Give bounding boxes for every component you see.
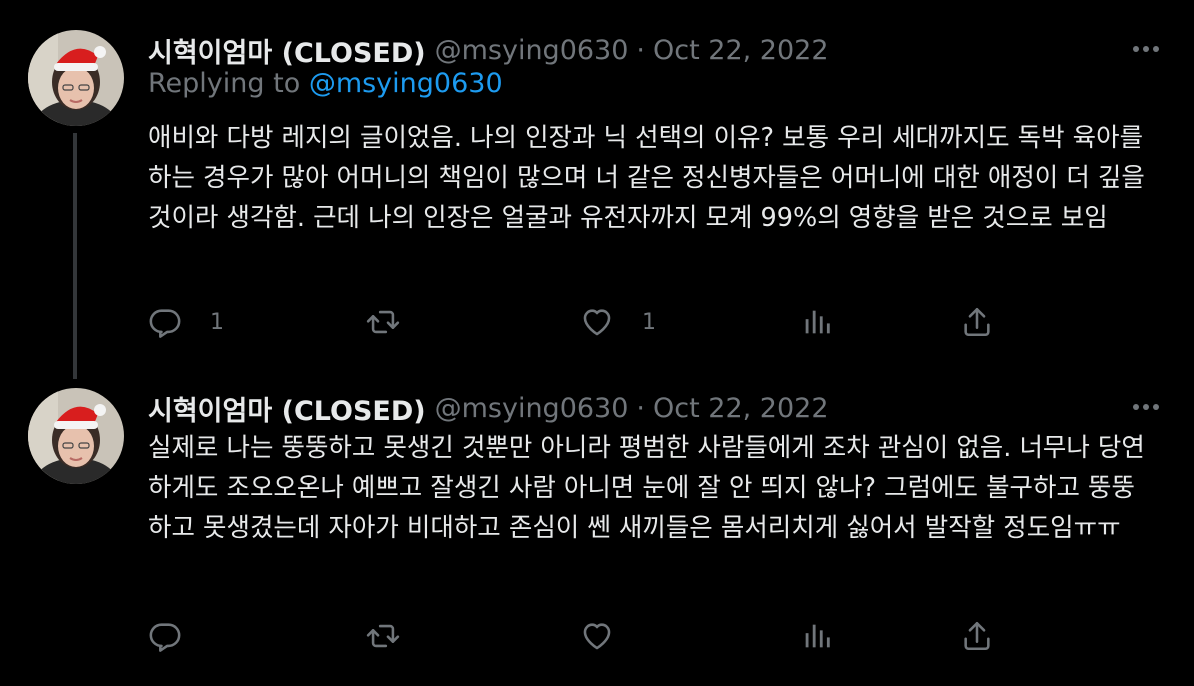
tweet[interactable]: 시혁이엄마 (CLOSED) @msying0630 · Oct 22, 202… bbox=[0, 388, 1194, 678]
tweet-date[interactable]: Oct 22, 2022 bbox=[653, 35, 829, 66]
reply-count: 1 bbox=[210, 309, 224, 335]
tweet-actions: 1 1 bbox=[148, 302, 1008, 342]
retweet-button[interactable] bbox=[366, 616, 428, 656]
tweet-header: 시혁이엄마 (CLOSED) @msying0630 · Oct 22, 202… bbox=[148, 388, 829, 428]
more-horizontal-icon bbox=[1133, 46, 1159, 52]
separator-dot: · bbox=[636, 392, 645, 424]
reply-button[interactable]: 1 bbox=[148, 302, 224, 342]
replying-to-handle-link[interactable]: @msying0630 bbox=[309, 68, 503, 99]
thread-view: 시혁이엄마 (CLOSED) @msying0630 · Oct 22, 202… bbox=[0, 0, 1194, 686]
views-icon bbox=[805, 624, 830, 648]
avatar[interactable] bbox=[28, 30, 124, 126]
avatar[interactable] bbox=[28, 388, 124, 484]
tweet-actions bbox=[148, 616, 1008, 656]
share-icon bbox=[964, 307, 990, 337]
retweet-button[interactable] bbox=[366, 302, 428, 342]
share-icon bbox=[964, 621, 990, 651]
reply-icon bbox=[149, 623, 181, 652]
retweet-icon bbox=[366, 624, 400, 648]
author-handle[interactable]: @msying0630 bbox=[435, 35, 629, 66]
more-button[interactable] bbox=[1128, 34, 1164, 64]
like-count: 1 bbox=[642, 309, 656, 335]
views-button[interactable] bbox=[800, 302, 834, 342]
share-button[interactable] bbox=[960, 616, 994, 656]
tweet[interactable]: 시혁이엄마 (CLOSED) @msying0630 · Oct 22, 202… bbox=[0, 30, 1194, 360]
views-button[interactable] bbox=[800, 616, 834, 656]
retweet-icon bbox=[366, 310, 400, 334]
author-name[interactable]: 시혁이엄마 (CLOSED) bbox=[148, 389, 426, 428]
like-button[interactable] bbox=[580, 616, 642, 656]
heart-icon bbox=[583, 623, 611, 650]
tweet-text: 실제로 나는 뚱뚱하고 못생긴 것뿐만 아니라 평범한 사람들에게 조차 관심이… bbox=[148, 433, 1145, 543]
more-horizontal-icon bbox=[1133, 404, 1159, 410]
tweet-date[interactable]: Oct 22, 2022 bbox=[653, 393, 829, 424]
views-icon bbox=[805, 310, 830, 334]
tweet-header: 시혁이엄마 (CLOSED) @msying0630 · Oct 22, 202… bbox=[148, 30, 829, 70]
reply-button[interactable] bbox=[148, 616, 210, 656]
reply-icon bbox=[149, 309, 181, 338]
separator-dot: · bbox=[636, 34, 645, 66]
like-button[interactable]: 1 bbox=[580, 302, 656, 342]
share-button[interactable] bbox=[960, 302, 994, 342]
replying-to: Replying to @msying0630 bbox=[148, 68, 503, 99]
tweet-text: 애비와 다방 레지의 글이었음. 나의 인장과 닉 선택의 이유? 보통 우리 … bbox=[148, 123, 1145, 233]
author-handle[interactable]: @msying0630 bbox=[435, 393, 629, 424]
more-button[interactable] bbox=[1128, 392, 1164, 422]
author-name[interactable]: 시혁이엄마 (CLOSED) bbox=[148, 31, 426, 70]
heart-icon bbox=[583, 309, 611, 336]
replying-prefix: Replying to bbox=[148, 68, 301, 99]
